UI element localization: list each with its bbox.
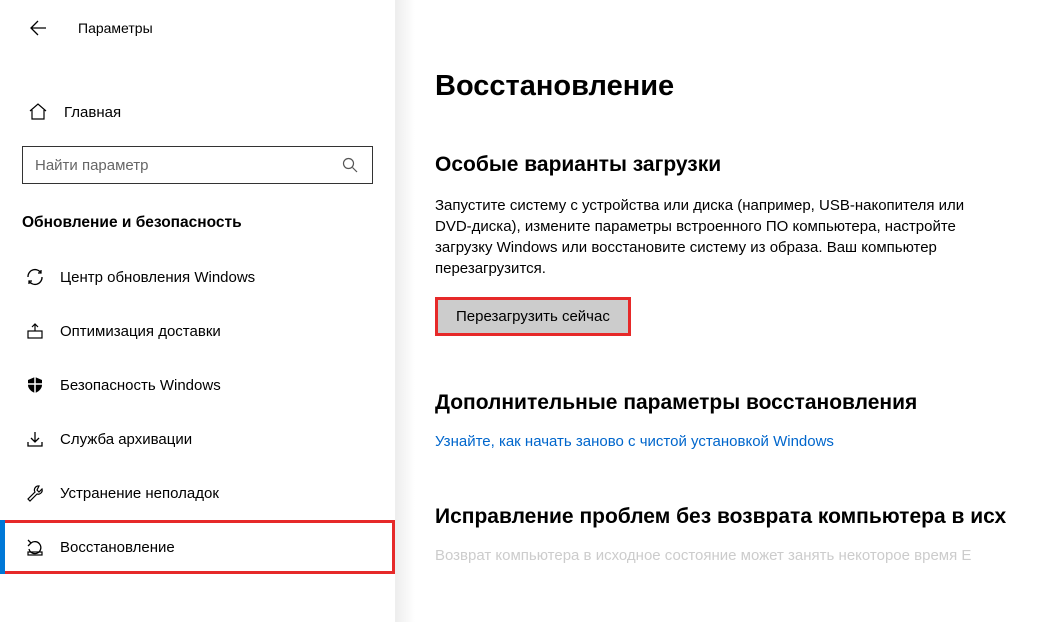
nav-item-label: Безопасность Windows (60, 377, 221, 394)
home-icon (28, 102, 50, 122)
app-title: Параметры (78, 20, 153, 36)
nav-item-label: Оптимизация доставки (60, 323, 221, 340)
search-icon (342, 157, 360, 173)
sidebar-item-security[interactable]: Безопасность Windows (0, 358, 395, 412)
restart-now-button[interactable]: Перезагрузить сейчас (435, 297, 631, 336)
sidebar-item-delivery[interactable]: Оптимизация доставки (0, 304, 395, 358)
back-arrow-icon (29, 19, 47, 37)
sidebar-item-recovery[interactable]: Восстановление (0, 520, 395, 574)
category-title: Обновление и безопасность (0, 184, 395, 250)
nav-item-label: Центр обновления Windows (60, 269, 255, 286)
wrench-icon (24, 483, 46, 503)
sidebar-item-backup[interactable]: Служба архивации (0, 412, 395, 466)
search-box[interactable] (22, 146, 373, 184)
section-heading-startup: Особые варианты загрузки (435, 153, 1059, 177)
delivery-icon (24, 321, 46, 341)
nav-item-label: Устранение неполадок (60, 485, 219, 502)
home-label: Главная (64, 104, 121, 121)
recovery-icon (24, 537, 46, 557)
fresh-start-link[interactable]: Узнайте, как начать заново с чистой уста… (435, 433, 1059, 450)
search-input[interactable] (35, 157, 342, 174)
sidebar-item-troubleshoot[interactable]: Устранение неполадок (0, 466, 395, 520)
sidebar: Параметры Главная Обновление и безопасно… (0, 0, 395, 622)
header-row: Параметры (0, 0, 395, 48)
shield-icon (24, 375, 46, 395)
sidebar-item-home[interactable]: Главная (0, 88, 395, 136)
back-button[interactable] (28, 18, 48, 38)
section-heading-fix: Исправление проблем без возврата компьют… (435, 505, 1059, 529)
main-content: Восстановление Особые варианты загрузки … (395, 0, 1059, 622)
sync-icon (24, 267, 46, 287)
backup-icon (24, 429, 46, 449)
sidebar-item-update[interactable]: Центр обновления Windows (0, 250, 395, 304)
page-title: Восстановление (435, 70, 1059, 103)
section-desc-startup: Запустите систему с устройства или диска… (435, 195, 995, 279)
section-heading-more: Дополнительные параметры восстановления (435, 391, 1059, 415)
nav-item-label: Восстановление (60, 539, 175, 556)
nav-item-label: Служба архивации (60, 431, 192, 448)
section-desc-fix: Возврат компьютера в исходное состояние … (435, 547, 1059, 564)
